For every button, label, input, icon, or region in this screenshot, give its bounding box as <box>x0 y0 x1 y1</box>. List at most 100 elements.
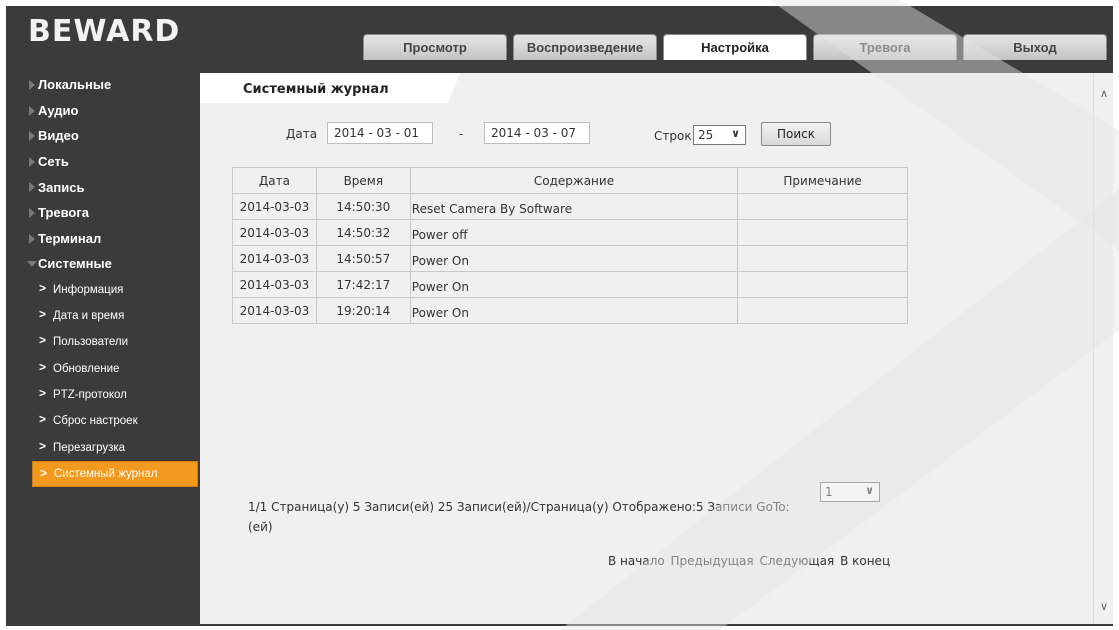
sidebar-subitem-label: Перезагрузка <box>53 441 126 454</box>
sidebar-item-label: Системные <box>38 256 112 272</box>
sidebar-item-local[interactable]: Локальные <box>6 72 198 98</box>
sidebar-subitem-reset[interactable]: > Сброс настроек <box>6 408 198 434</box>
tab-logout[interactable]: Выход <box>963 34 1107 60</box>
cell-date: 2014-03-03 <box>232 219 317 246</box>
table-row: 2014-03-03 19:20:14 Power On <box>232 297 908 324</box>
sidebar-subitem-ptz[interactable]: > PTZ-протокол <box>6 382 198 408</box>
arrow-right-icon <box>29 156 35 167</box>
sidebar-subitem-label: Информация <box>53 283 124 296</box>
chevron-right-icon: > <box>39 385 47 400</box>
pager-summary-wrap: (ей) <box>248 520 273 534</box>
cell-time: 14:50:30 <box>315 193 411 220</box>
rows-select-value: 25 <box>698 128 714 142</box>
cell-content: Reset Camera By Software <box>409 193 739 220</box>
cell-note <box>737 219 908 246</box>
cell-note <box>737 297 908 324</box>
arrow-right-icon <box>29 233 35 244</box>
chevron-right-icon: > <box>39 333 47 348</box>
tab-alarm[interactable]: Тревога <box>813 34 957 60</box>
pager-summary: 1/1 Страница(у) 5 Записи(ей) 25 Записи(е… <box>248 500 790 514</box>
tab-view[interactable]: Просмотр <box>363 34 507 60</box>
chevron-down-icon: ∨ <box>865 484 874 497</box>
cell-date: 2014-03-03 <box>232 245 317 272</box>
cell-time: 19:20:14 <box>315 297 411 324</box>
scroll-down-icon[interactable]: ∨ <box>1098 600 1110 613</box>
sidebar-subitem-users[interactable]: > Пользователи <box>6 329 198 355</box>
arrow-right-icon <box>29 80 35 90</box>
sidebar-item-label: Аудио <box>38 102 79 118</box>
beward-logo: BEWARD <box>28 14 181 49</box>
chevron-right-icon: > <box>39 412 47 427</box>
cell-content: Power On <box>409 297 739 324</box>
chevron-right-icon: > <box>39 359 47 374</box>
table-header-row: Дата Время Содержание Примечание <box>232 167 908 194</box>
sidebar-subitem-reboot[interactable]: > Перезагрузка <box>6 435 198 461</box>
chevron-right-icon: > <box>39 280 47 295</box>
arrow-right-icon <box>29 105 35 116</box>
sidebar-item-record[interactable]: Запись <box>6 174 198 200</box>
sidebar-item-label: Локальные <box>38 77 112 93</box>
column-header-date: Дата <box>232 167 317 194</box>
cell-date: 2014-03-03 <box>232 271 317 298</box>
rows-select[interactable]: 25 ∨ <box>693 125 746 145</box>
arrow-down-icon <box>27 261 37 268</box>
arrow-right-icon <box>29 207 35 218</box>
goto-page-select[interactable]: 1 ∨ <box>820 482 880 502</box>
last-page-link[interactable]: В конец <box>840 554 890 568</box>
date-label: Дата <box>286 127 318 141</box>
column-header-content: Содержание <box>409 167 739 194</box>
sidebar-item-label: Тревога <box>38 205 90 221</box>
prev-page-link[interactable]: Предыдущая <box>671 554 754 568</box>
arrow-right-icon <box>29 182 35 193</box>
chevron-right-icon: > <box>39 307 47 322</box>
chevron-right-icon: > <box>40 465 48 480</box>
sidebar-subitem-info[interactable]: > Информация <box>6 277 198 303</box>
sidebar-item-system[interactable]: Системные <box>6 251 198 277</box>
chevron-right-icon: > <box>39 438 47 453</box>
sidebar-subitem-label: Сброс настроек <box>53 415 138 428</box>
page-title: Системный журнал <box>243 82 389 97</box>
tab-settings[interactable]: Настройка <box>663 34 807 60</box>
cell-date: 2014-03-03 <box>232 193 317 220</box>
sidebar-item-video[interactable]: Видео <box>6 123 198 149</box>
sidebar-item-audio[interactable]: Аудио <box>6 98 198 124</box>
next-page-link[interactable]: Следующая <box>759 554 834 568</box>
vertical-scrollbar[interactable]: ∧ ∨ <box>1093 73 1113 624</box>
cell-time: 17:42:17 <box>315 271 411 298</box>
sidebar-subitem-label: Системный журнал <box>54 467 158 480</box>
cell-content: Power On <box>409 245 739 272</box>
tab-playback[interactable]: Воспроизведение <box>513 34 657 60</box>
rows-label: Строк <box>654 129 692 143</box>
date-from-field[interactable]: 2014 - 03 - 01 <box>327 122 433 144</box>
table-row: 2014-03-03 14:50:30 Reset Camera By Soft… <box>232 193 908 220</box>
date-separator: - <box>459 127 464 141</box>
cell-date: 2014-03-03 <box>232 297 317 324</box>
sidebar-subitem-syslog[interactable]: > Системный журнал <box>32 460 198 488</box>
table-row: 2014-03-03 14:50:32 Power off <box>232 219 908 246</box>
sidebar-item-alarm[interactable]: Тревога <box>6 200 198 226</box>
pagination: В начало Предыдущая Следующая В конец <box>608 554 892 568</box>
search-button[interactable]: Поиск <box>761 122 831 146</box>
cell-note <box>737 245 908 272</box>
date-to-field[interactable]: 2014 - 03 - 07 <box>484 122 590 144</box>
sidebar: Локальные Аудио Видео Сеть Запись Тревог… <box>6 72 198 488</box>
sidebar-item-label: Сеть <box>38 154 69 170</box>
first-page-link[interactable]: В начало <box>608 554 665 568</box>
cell-content: Power off <box>409 219 739 246</box>
cell-content: Power On <box>409 271 739 298</box>
sidebar-subitem-datetime[interactable]: > Дата и время <box>6 303 198 329</box>
sidebar-item-terminal[interactable]: Терминал <box>6 226 198 252</box>
table-row: 2014-03-03 14:50:57 Power On <box>232 245 908 272</box>
content-panel: Системный журнал Дата 2014 - 03 - 01 - 2… <box>200 73 1093 624</box>
sidebar-subitem-label: Пользователи <box>53 336 129 349</box>
table-row: 2014-03-03 17:42:17 Power On <box>232 271 908 298</box>
sidebar-subitem-label: Дата и время <box>53 310 125 323</box>
sidebar-item-label: Видео <box>38 128 79 144</box>
log-table: Дата Время Содержание Примечание 2014-03… <box>232 167 908 324</box>
sidebar-subitem-label: PTZ-протокол <box>53 389 127 402</box>
cell-time: 14:50:32 <box>315 219 411 246</box>
sidebar-item-network[interactable]: Сеть <box>6 149 198 175</box>
chevron-down-icon: ∨ <box>731 127 740 140</box>
sidebar-subitem-update[interactable]: > Обновление <box>6 356 198 382</box>
scroll-up-icon[interactable]: ∧ <box>1098 87 1110 100</box>
